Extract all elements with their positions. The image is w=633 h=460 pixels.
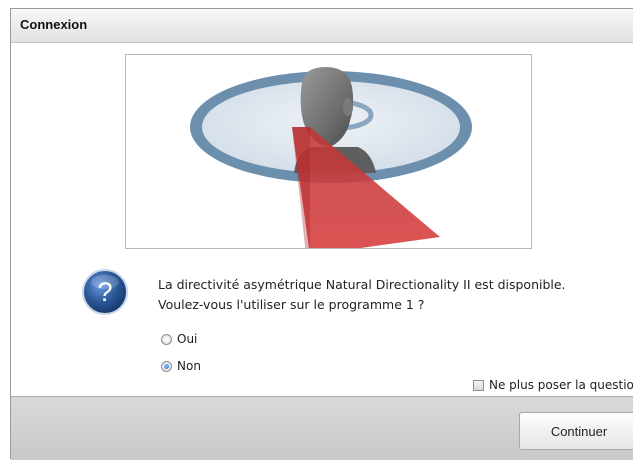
directivity-illustration — [125, 54, 532, 249]
dont-ask-label: Ne plus poser la question — [489, 378, 633, 392]
svg-text:?: ? — [97, 277, 112, 307]
dont-ask-checkbox[interactable] — [473, 379, 484, 391]
message-line-2: Voulez-vous l'utiliser sur le programme … — [158, 297, 425, 312]
window-title: Connexion — [20, 17, 88, 32]
option-oui[interactable]: Oui — [161, 332, 197, 346]
message: La directivité asymétrique Natural Direc… — [158, 275, 628, 315]
head-directivity-illustration — [190, 67, 472, 248]
oui-label: Oui — [177, 332, 198, 346]
footer-bar: Continuer — [11, 396, 633, 460]
dont-ask-again[interactable]: Ne plus poser la question — [473, 378, 633, 392]
option-non[interactable]: Non — [161, 359, 201, 373]
non-radio[interactable] — [161, 360, 172, 372]
connexion-dialog: Connexion ? La directivité asymétrique N… — [10, 8, 633, 460]
oui-radio[interactable] — [161, 333, 172, 345]
non-label: Non — [177, 359, 201, 373]
message-line-1: La directivité asymétrique Natural Direc… — [158, 277, 566, 292]
question-icon: ? — [82, 269, 128, 315]
continue-button[interactable]: Continuer — [519, 412, 633, 450]
title-bar: Connexion — [11, 9, 633, 43]
